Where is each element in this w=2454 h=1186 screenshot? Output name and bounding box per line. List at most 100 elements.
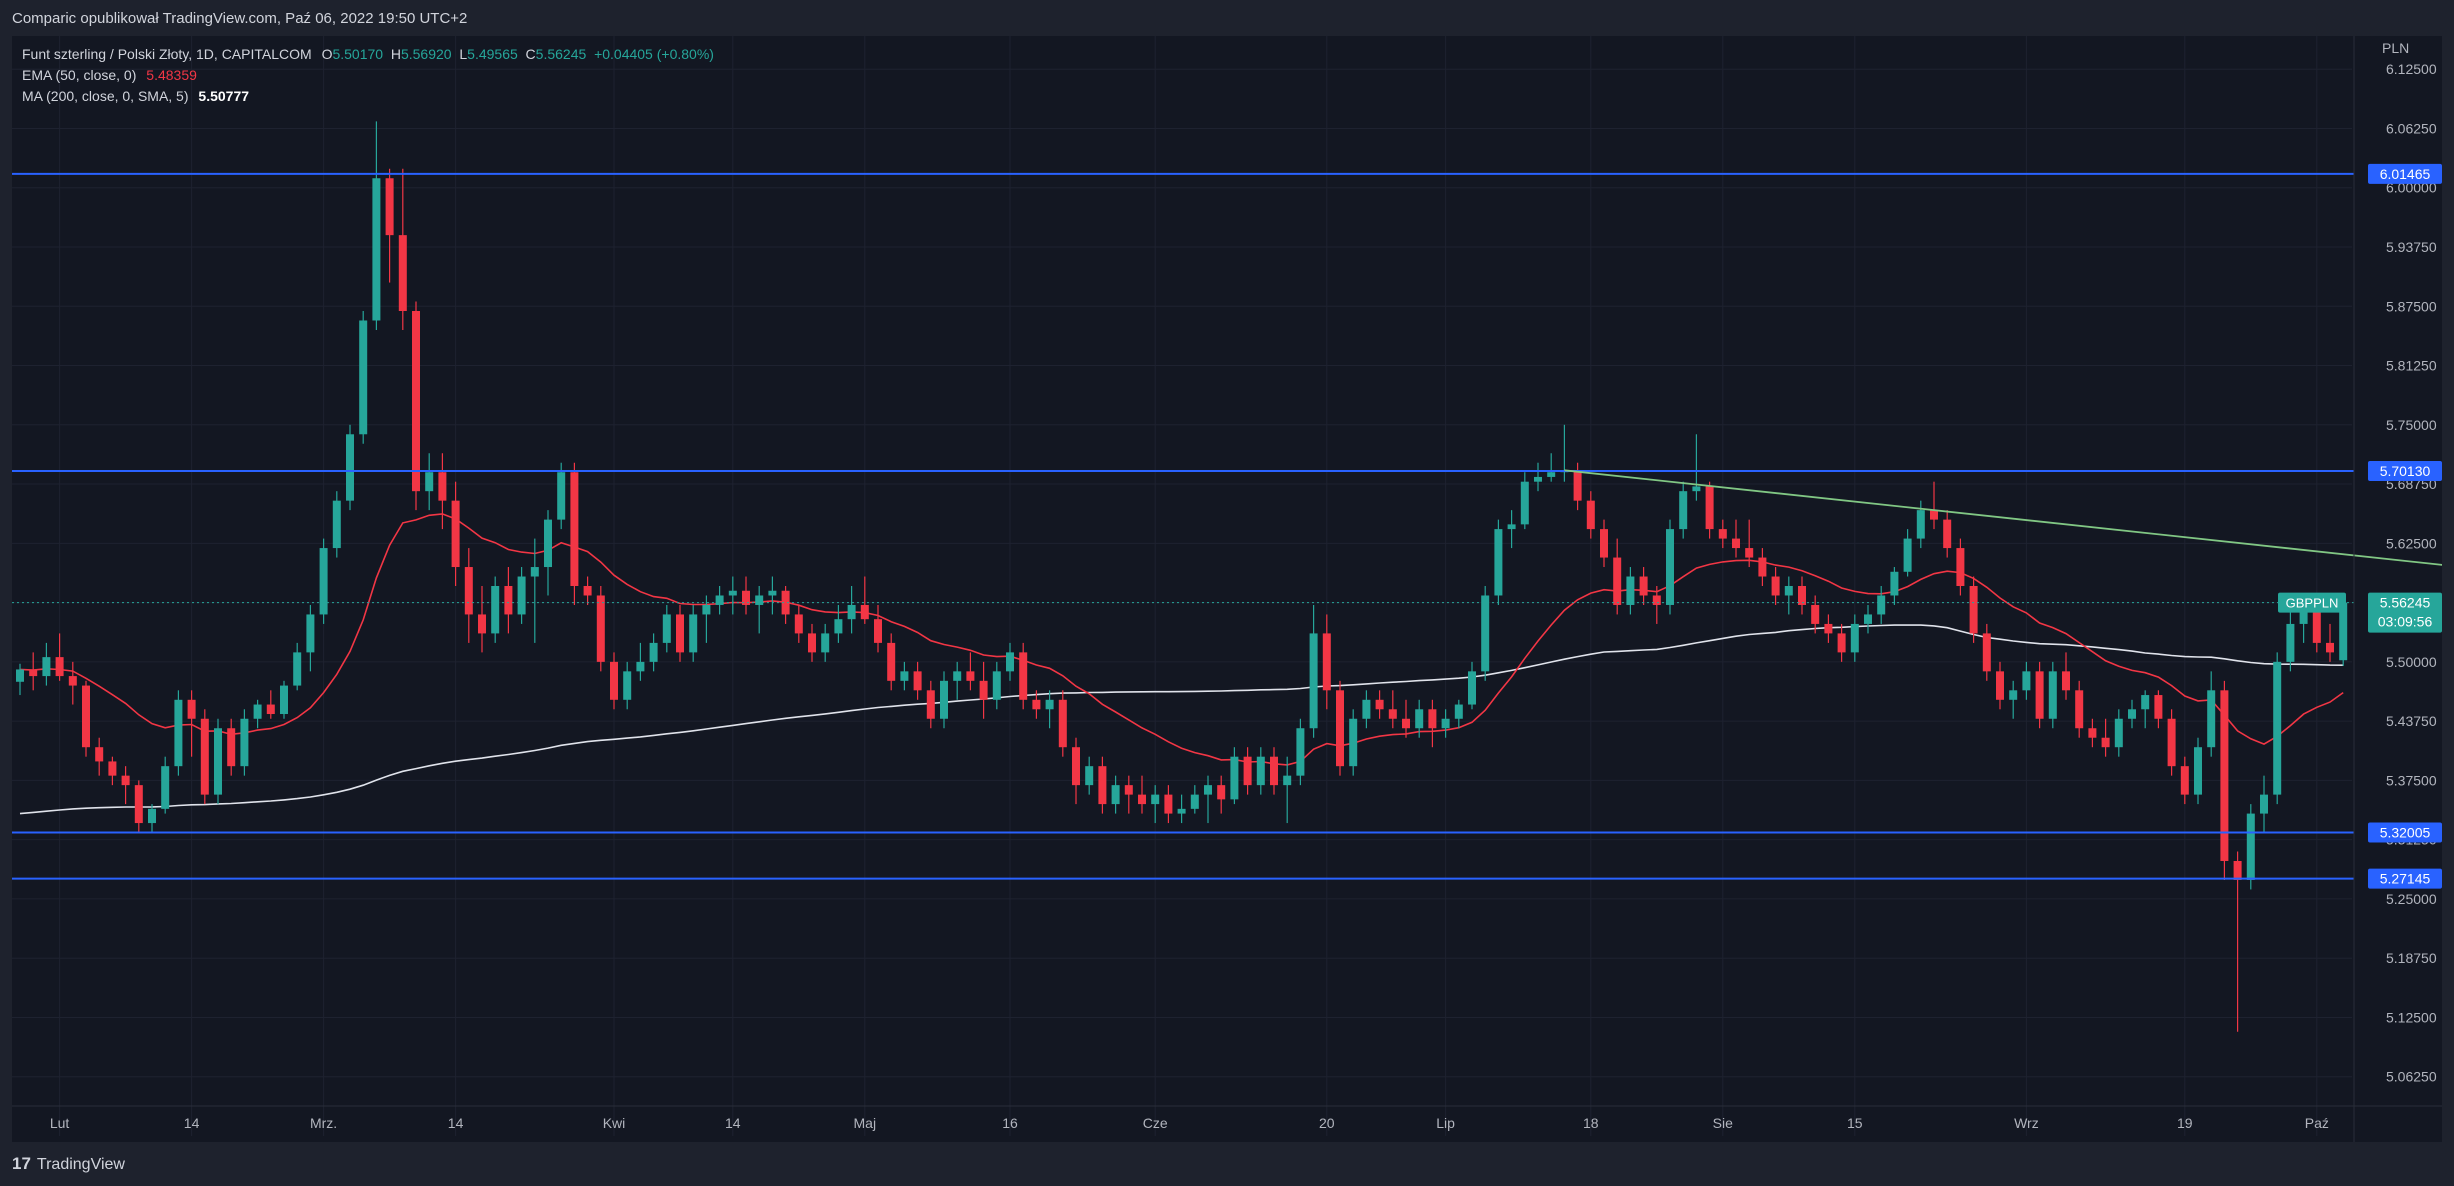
candle-body[interactable] <box>992 671 1001 700</box>
candle-body[interactable] <box>570 472 579 586</box>
candle-body[interactable] <box>887 642 896 681</box>
candle-body[interactable] <box>1758 557 1767 577</box>
legend-ma-row[interactable]: MA (200, close, 0, SMA, 5) 5.50777 <box>22 86 714 107</box>
candle-body[interactable] <box>1771 576 1780 596</box>
candle-body[interactable] <box>1441 718 1450 729</box>
candle-body[interactable] <box>860 604 869 620</box>
candle-body[interactable] <box>1850 623 1859 653</box>
candle-body[interactable] <box>1415 709 1424 729</box>
candle-body[interactable] <box>253 704 262 719</box>
candle-body[interactable] <box>913 671 922 691</box>
candle-body[interactable] <box>1824 623 1833 634</box>
candle-body[interactable] <box>715 595 724 605</box>
candle-body[interactable] <box>530 567 539 577</box>
candle-body[interactable] <box>306 614 315 653</box>
candle-body[interactable] <box>1098 766 1107 805</box>
candle-body[interactable] <box>623 671 632 700</box>
candle-body[interactable] <box>1652 595 1661 605</box>
candle-body[interactable] <box>517 576 526 615</box>
candle-body[interactable] <box>1454 704 1463 719</box>
candle-body[interactable] <box>1732 538 1740 549</box>
candle-body[interactable] <box>1903 538 1912 572</box>
candle-body[interactable] <box>1494 529 1503 596</box>
candle-body[interactable] <box>1547 472 1556 477</box>
candle-body[interactable] <box>808 633 816 653</box>
candle-body[interactable] <box>2062 671 2070 691</box>
candle-body[interactable] <box>1402 718 1410 729</box>
candle-body[interactable] <box>821 633 830 653</box>
candle-body[interactable] <box>1230 756 1239 800</box>
candle-body[interactable] <box>1362 699 1371 719</box>
candle-body[interactable] <box>1718 529 1727 539</box>
candle-body[interactable] <box>1969 586 1978 634</box>
candle-body[interactable] <box>1811 604 1820 624</box>
candle-body[interactable] <box>1124 785 1133 795</box>
candle-body[interactable] <box>1996 671 2004 700</box>
candle-body[interactable] <box>1085 766 1094 786</box>
candle-body[interactable] <box>2233 861 2242 880</box>
candle-body[interactable] <box>1270 756 1278 786</box>
candle-body[interactable] <box>1019 652 1028 700</box>
candle-body[interactable] <box>1520 481 1529 525</box>
candle-body[interactable] <box>1296 728 1305 776</box>
candle-body[interactable] <box>1151 794 1160 805</box>
tradingview-logo[interactable]: 17 TradingView <box>12 1154 125 1174</box>
candle-body[interactable] <box>2154 695 2163 719</box>
candle-body[interactable] <box>755 595 764 605</box>
candle-body[interactable] <box>1916 510 1925 539</box>
candle-body[interactable] <box>1666 529 1674 605</box>
candle-body[interactable] <box>1481 595 1490 672</box>
candle-body[interactable] <box>1322 633 1331 691</box>
candle-body[interactable] <box>728 590 737 596</box>
candle-body[interactable] <box>68 676 77 686</box>
candle-body[interactable] <box>557 472 566 520</box>
candle-body[interactable] <box>2326 642 2334 653</box>
candle-body[interactable] <box>610 661 618 700</box>
candle-body[interactable] <box>108 761 117 776</box>
candle-body[interactable] <box>926 690 935 719</box>
candle-body[interactable] <box>2048 671 2057 719</box>
candle-body[interactable] <box>1217 785 1226 800</box>
candle-body[interactable] <box>491 586 500 634</box>
candle-body[interactable] <box>42 657 51 677</box>
candle-body[interactable] <box>1164 794 1173 814</box>
candle-body[interactable] <box>1349 718 1358 767</box>
candle-body[interactable] <box>1190 794 1199 809</box>
candle-body[interactable] <box>280 685 288 715</box>
candle-body[interactable] <box>1705 486 1714 530</box>
candle-body[interactable] <box>82 685 90 748</box>
candle-body[interactable] <box>95 747 104 762</box>
candle-body[interactable] <box>1956 548 1965 586</box>
candlestick-chart[interactable]: 6.125006.062506.000005.937505.875005.812… <box>12 36 2442 1142</box>
candle-body[interactable] <box>649 642 658 662</box>
candle-body[interactable] <box>689 614 698 653</box>
candle-body[interactable] <box>1679 491 1688 530</box>
candle-body[interactable] <box>1243 756 1252 786</box>
candle-body[interactable] <box>2260 794 2268 814</box>
candle-body[interactable] <box>346 434 354 501</box>
candle-body[interactable] <box>1507 524 1516 530</box>
candle-body[interactable] <box>1283 775 1292 786</box>
candle-body[interactable] <box>1573 470 1582 501</box>
candle-body[interactable] <box>1256 756 1265 786</box>
candle-body[interactable] <box>2207 690 2216 748</box>
candle-body[interactable] <box>1072 747 1080 786</box>
candle-body[interactable] <box>1111 785 1120 805</box>
candle-body[interactable] <box>2035 671 2044 719</box>
candle-body[interactable] <box>2114 718 2123 748</box>
candle-body[interactable] <box>662 614 671 643</box>
candle-body[interactable] <box>464 567 473 615</box>
candle-body[interactable] <box>1177 808 1186 814</box>
candle-body[interactable] <box>1837 633 1846 653</box>
candle-body[interactable] <box>425 472 434 492</box>
candle-body[interactable] <box>214 728 222 795</box>
candle-body[interactable] <box>2273 661 2282 795</box>
candle-body[interactable] <box>979 680 988 700</box>
candle-body[interactable] <box>55 657 64 677</box>
candle-body[interactable] <box>900 671 909 681</box>
candle-body[interactable] <box>953 671 962 681</box>
candle-body[interactable] <box>29 669 38 677</box>
candle-body[interactable] <box>2180 766 2189 795</box>
legend-ema-row[interactable]: EMA (50, close, 0) 5.48359 <box>22 65 714 86</box>
candle-body[interactable] <box>2128 709 2136 719</box>
